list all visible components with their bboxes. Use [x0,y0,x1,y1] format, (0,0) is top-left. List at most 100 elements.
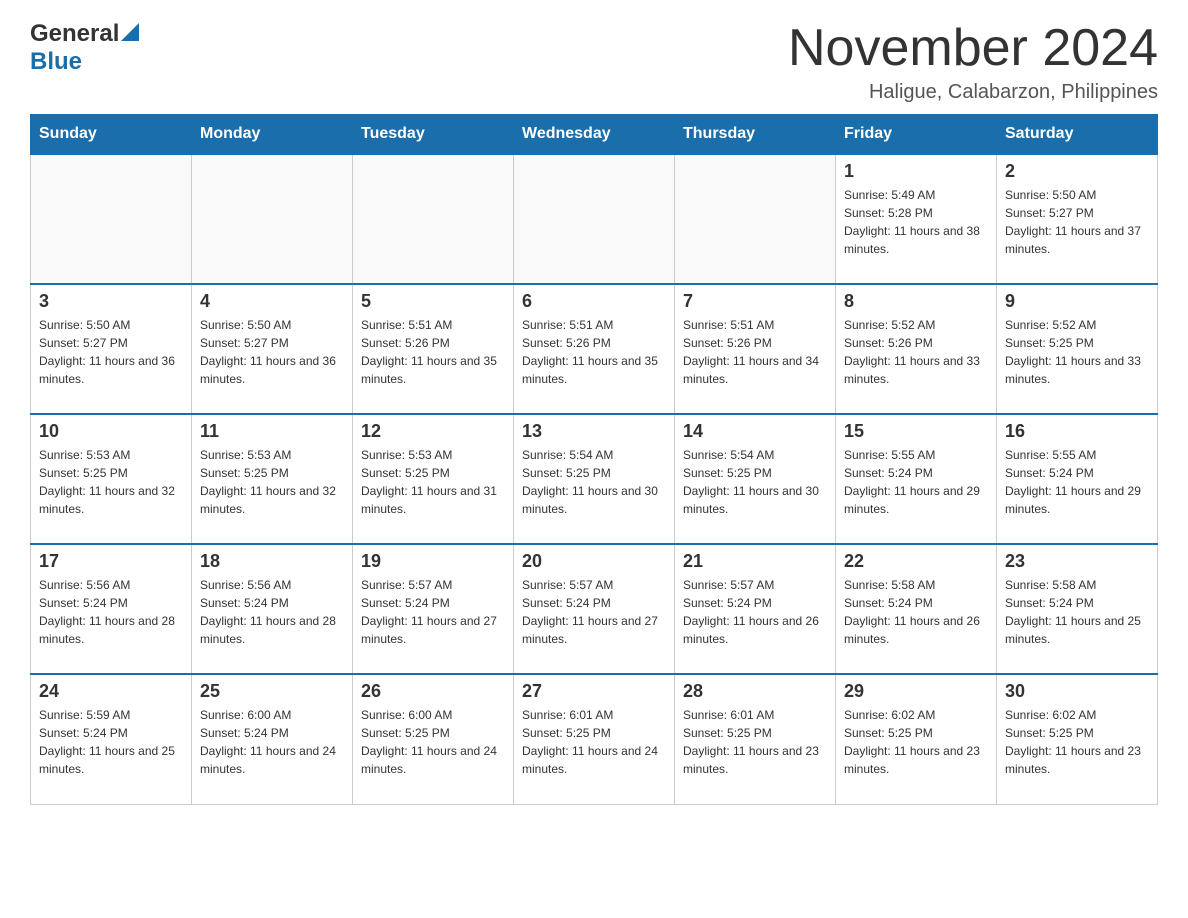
calendar-day-header: Saturday [997,115,1158,155]
day-info: Sunrise: 5:53 AMSunset: 5:25 PMDaylight:… [200,446,344,518]
calendar-day-cell: 17 Sunrise: 5:56 AMSunset: 5:24 PMDayligh… [31,544,192,674]
day-number: 7 [683,291,827,312]
day-info: Sunrise: 5:51 AMSunset: 5:26 PMDaylight:… [361,316,505,388]
calendar-day-cell: 13Sunrise: 5:54 AMSunset: 5:25 PMDayligh… [514,414,675,544]
day-info: Sunrise: 6:01 AMSunset: 5:25 PMDaylight:… [522,706,666,778]
day-number: 3 [39,291,183,312]
day-info: Sunrise: 5:57 AMSunset: 5:24 PMDaylight:… [522,576,666,648]
calendar-day-cell: 25Sunrise: 6:00 AMSunset: 5:24 PMDayligh… [192,674,353,804]
day-info: Sunrise: 6:01 AMSunset: 5:25 PMDaylight:… [683,706,827,778]
calendar-week-row: 10 Sunrise: 5:53 AMSunset: 5:25 PMDayligh… [31,414,1158,544]
logo: General Blue [30,20,141,76]
calendar-day-cell: 27 Sunrise: 6:01 AMSunset: 5:25 PMDayligh… [514,674,675,804]
calendar-day-cell: 14Sunrise: 5:54 AMSunset: 5:25 PMDayligh… [675,414,836,544]
calendar-day-cell: 24 Sunrise: 5:59 AMSunset: 5:24 PMDayligh… [31,674,192,804]
calendar-day-cell: 16 Sunrise: 5:55 AMSunset: 5:24 PMDayligh… [997,414,1158,544]
day-number: 12 [361,421,505,442]
calendar-day-cell: 9 Sunrise: 5:52 AMSunset: 5:25 PMDaylight… [997,284,1158,414]
calendar-header-row: SundayMondayTuesdayWednesdayThursdayFrid… [31,115,1158,155]
calendar-day-cell [192,154,353,284]
day-info: Sunrise: 5:52 AMSunset: 5:26 PMDaylight:… [844,316,988,388]
calendar-day-cell: 10Sunrise: 5:53 AMSunset: 5:25 PMDayligh… [31,414,192,544]
calendar-day-header: Friday [836,115,997,155]
day-info: Sunrise: 5:51 AMSunset: 5:26 PMDaylight:… [683,316,827,388]
calendar-day-cell: 15 Sunrise: 5:55 AMSunset: 5:24 PMDayligh… [836,414,997,544]
calendar-day-cell: 26Sunrise: 6:00 AMSunset: 5:25 PMDayligh… [353,674,514,804]
calendar-week-row: 17 Sunrise: 5:56 AMSunset: 5:24 PMDayligh… [31,544,1158,674]
calendar-day-cell: 2Sunrise: 5:50 AMSunset: 5:27 PMDaylight… [997,154,1158,284]
day-info: Sunrise: 5:57 AMSunset: 5:24 PMDaylight:… [361,576,505,648]
calendar-day-cell: 5 Sunrise: 5:51 AMSunset: 5:26 PMDaylight… [353,284,514,414]
day-number: 5 [361,291,505,312]
calendar-day-header: Wednesday [514,115,675,155]
calendar-day-cell: 7 Sunrise: 5:51 AMSunset: 5:26 PMDaylight… [675,284,836,414]
calendar-day-cell: 30Sunrise: 6:02 AMSunset: 5:25 PMDayligh… [997,674,1158,804]
calendar-day-cell: 21Sunrise: 5:57 AMSunset: 5:24 PMDayligh… [675,544,836,674]
day-number: 20 [522,551,666,572]
calendar-day-cell: 18Sunrise: 5:56 AMSunset: 5:24 PMDayligh… [192,544,353,674]
day-number: 19 [361,551,505,572]
logo-general-text: General [30,20,119,48]
day-info: Sunrise: 5:55 AMSunset: 5:24 PMDaylight:… [844,446,988,518]
day-number: 24 [39,681,183,702]
day-number: 21 [683,551,827,572]
calendar-week-row: 1Sunrise: 5:49 AMSunset: 5:28 PMDaylight… [31,154,1158,284]
calendar-day-cell: 1Sunrise: 5:49 AMSunset: 5:28 PMDaylight… [836,154,997,284]
calendar-week-row: 3 Sunrise: 5:50 AMSunset: 5:27 PMDaylight… [31,284,1158,414]
day-info: Sunrise: 5:54 AMSunset: 5:25 PMDaylight:… [522,446,666,518]
calendar-day-cell: 11Sunrise: 5:53 AMSunset: 5:25 PMDayligh… [192,414,353,544]
day-info: Sunrise: 5:58 AMSunset: 5:24 PMDaylight:… [1005,576,1149,648]
calendar-day-cell: 22 Sunrise: 5:58 AMSunset: 5:24 PMDayligh… [836,544,997,674]
calendar-day-cell: 19 Sunrise: 5:57 AMSunset: 5:24 PMDayligh… [353,544,514,674]
calendar-day-cell [31,154,192,284]
day-info: Sunrise: 5:55 AMSunset: 5:24 PMDaylight:… [1005,446,1149,518]
calendar-day-cell [353,154,514,284]
day-number: 23 [1005,551,1149,572]
calendar-day-cell [514,154,675,284]
day-info: Sunrise: 5:59 AMSunset: 5:24 PMDaylight:… [39,706,183,778]
calendar-day-cell: 28 Sunrise: 6:01 AMSunset: 5:25 PMDayligh… [675,674,836,804]
day-number: 9 [1005,291,1149,312]
page-header: General Blue November 2024 Haligue, Cala… [30,20,1158,104]
day-info: Sunrise: 6:02 AMSunset: 5:25 PMDaylight:… [844,706,988,778]
day-info: Sunrise: 5:52 AMSunset: 5:25 PMDaylight:… [1005,316,1149,388]
month-title: November 2024 [788,20,1158,77]
day-info: Sunrise: 5:51 AMSunset: 5:26 PMDaylight:… [522,316,666,388]
day-info: Sunrise: 5:49 AMSunset: 5:28 PMDaylight:… [844,186,988,258]
day-number: 27 [522,681,666,702]
day-number: 15 [844,421,988,442]
day-info: Sunrise: 5:50 AMSunset: 5:27 PMDaylight:… [39,316,183,388]
calendar-day-cell [675,154,836,284]
day-number: 26 [361,681,505,702]
calendar-day-cell: 3 Sunrise: 5:50 AMSunset: 5:27 PMDaylight… [31,284,192,414]
day-number: 28 [683,681,827,702]
day-number: 18 [200,551,344,572]
calendar-week-row: 24 Sunrise: 5:59 AMSunset: 5:24 PMDayligh… [31,674,1158,804]
calendar-day-header: Thursday [675,115,836,155]
day-number: 25 [200,681,344,702]
day-number: 30 [1005,681,1149,702]
day-info: Sunrise: 5:53 AMSunset: 5:25 PMDaylight:… [361,446,505,518]
calendar-day-cell: 6 Sunrise: 5:51 AMSunset: 5:26 PMDaylight… [514,284,675,414]
calendar-day-cell: 23 Sunrise: 5:58 AMSunset: 5:24 PMDayligh… [997,544,1158,674]
day-info: Sunrise: 5:58 AMSunset: 5:24 PMDaylight:… [844,576,988,648]
day-number: 29 [844,681,988,702]
day-info: Sunrise: 5:50 AMSunset: 5:27 PMDaylight:… [1005,186,1149,258]
calendar-day-cell: 20 Sunrise: 5:57 AMSunset: 5:24 PMDayligh… [514,544,675,674]
logo-blue-text: Blue [30,48,82,75]
calendar-day-cell: 4Sunrise: 5:50 AMSunset: 5:27 PMDaylight… [192,284,353,414]
logo-triangle-icon [121,23,139,41]
location-subtitle: Haligue, Calabarzon, Philippines [788,81,1158,104]
day-number: 10 [39,421,183,442]
calendar-day-cell: 8Sunrise: 5:52 AMSunset: 5:26 PMDaylight… [836,284,997,414]
day-number: 14 [683,421,827,442]
day-number: 22 [844,551,988,572]
day-number: 17 [39,551,183,572]
day-number: 16 [1005,421,1149,442]
day-info: Sunrise: 5:56 AMSunset: 5:24 PMDaylight:… [39,576,183,648]
calendar-table: SundayMondayTuesdayWednesdayThursdayFrid… [30,114,1158,805]
calendar-day-cell: 12 Sunrise: 5:53 AMSunset: 5:25 PMDayligh… [353,414,514,544]
calendar-day-header: Tuesday [353,115,514,155]
day-number: 6 [522,291,666,312]
calendar-day-header: Sunday [31,115,192,155]
